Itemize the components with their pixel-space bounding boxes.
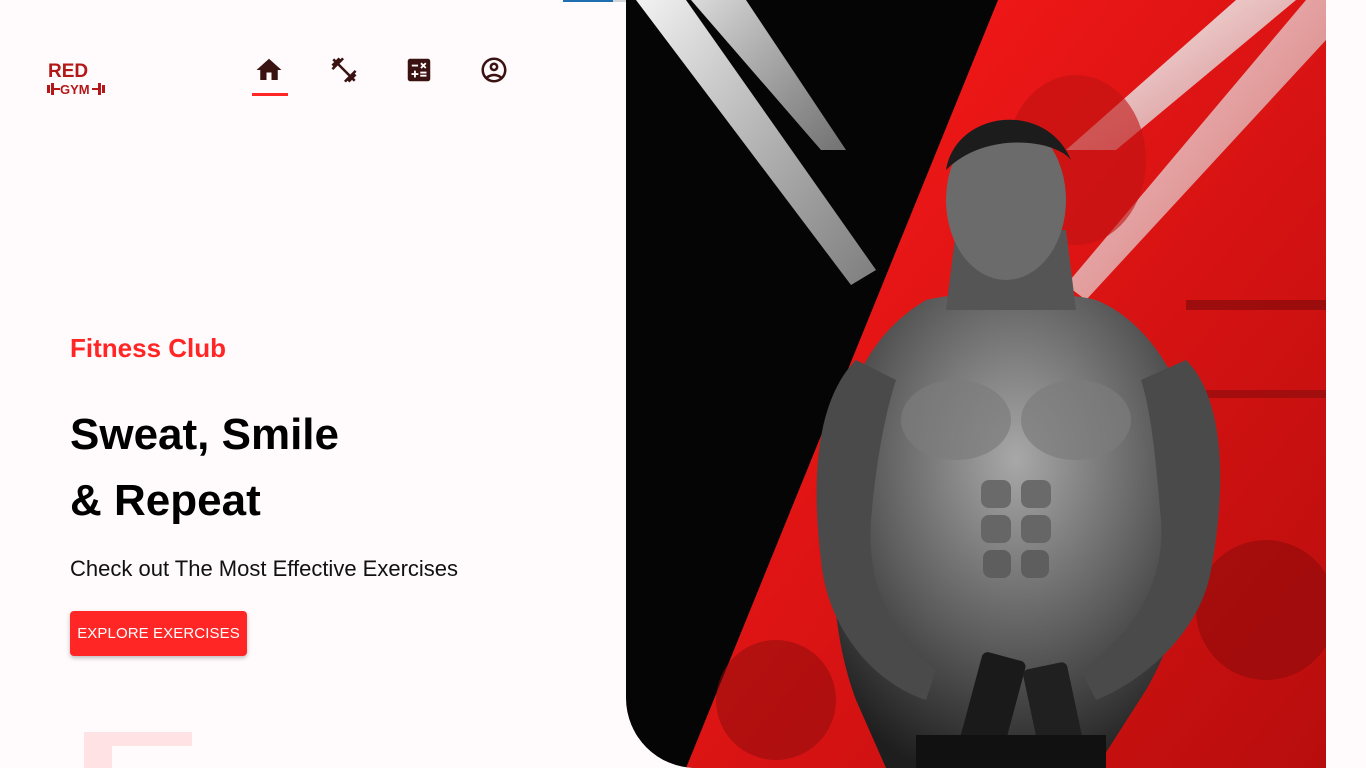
dumbbell-icon (331, 57, 357, 83)
main-nav (250, 52, 550, 96)
hero-banner-image (626, 0, 1326, 768)
nav-home[interactable] (250, 52, 288, 96)
red-gym-logo-icon: RED GYM (47, 61, 105, 97)
hero-description: Check out The Most Effective Exercises (70, 556, 459, 581)
explore-exercises-button[interactable]: EXPLORE EXERCISES (70, 611, 247, 656)
hero-title: Sweat, Smile & Repeat (70, 402, 339, 534)
svg-text:RED: RED (48, 61, 88, 82)
hero-title-line-1: Sweat, Smile (70, 410, 340, 459)
svg-text:GYM: GYM (60, 82, 90, 97)
watermark-shape (84, 732, 192, 768)
nav-exercises[interactable] (325, 52, 363, 96)
home-icon (256, 58, 282, 80)
hero-title-line-2: & Repeat (70, 476, 261, 525)
bodybuilder-banner-image (626, 0, 1326, 768)
hero-subtitle: Fitness Club (70, 333, 227, 363)
calculator-icon (407, 58, 431, 82)
nav-calculator[interactable] (400, 52, 438, 96)
logo[interactable]: RED GYM (44, 57, 108, 99)
background-watermark (84, 732, 192, 768)
account-circle-icon (481, 57, 507, 83)
nav-profile[interactable] (475, 52, 513, 96)
top-progress-indicator (563, 0, 613, 2)
home-page: RED GYM Fitness Club Sweat, Smile & Repe… (0, 0, 1366, 768)
